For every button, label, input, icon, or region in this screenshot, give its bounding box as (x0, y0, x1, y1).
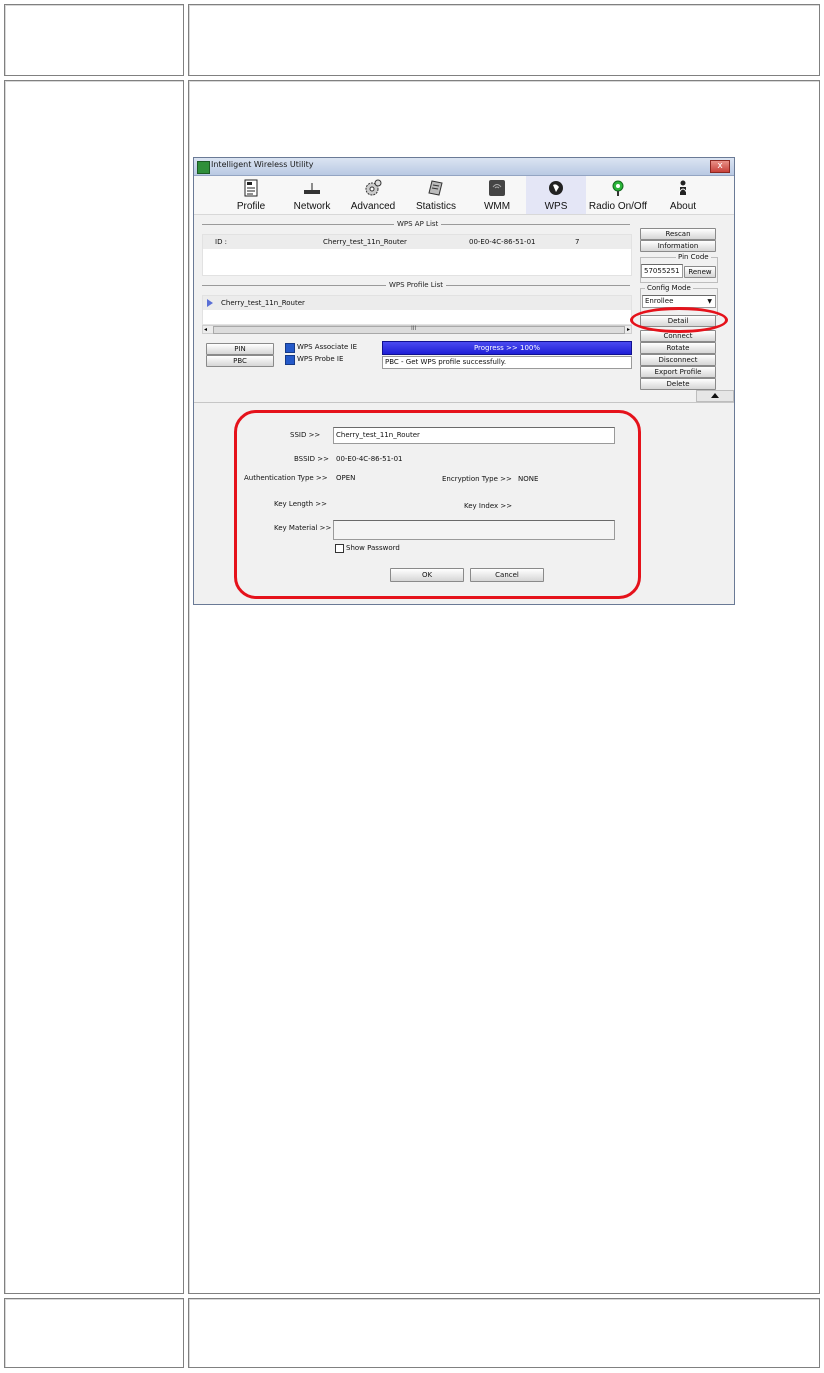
tab-radio-on-off[interactable]: Radio On/Off (586, 176, 650, 214)
list-item[interactable]: ID : Cherry_test_11n_Router 00-E0-4C-86-… (203, 235, 631, 249)
collapse-arrow-button[interactable] (696, 390, 734, 402)
detail-panel-highlight (234, 410, 641, 599)
pin-code-title: Pin Code (676, 253, 711, 261)
scrollbar-thumb[interactable] (213, 326, 625, 334)
rescan-button[interactable]: Rescan (640, 228, 716, 240)
ap-ssid: Cherry_test_11n_Router (323, 238, 407, 246)
radio-icon (612, 180, 624, 196)
wps-ap-list-title: WPS AP List (394, 220, 442, 228)
rotate-button[interactable]: Rotate (640, 342, 716, 354)
tab-label: Statistics (415, 201, 456, 212)
wps-probe-ie-checkbox[interactable] (285, 355, 295, 365)
window-title: Intelligent Wireless Utility (211, 160, 314, 169)
wps-profile-list[interactable]: Cherry_test_11n_Router (202, 295, 632, 325)
wps-associate-ie-checkbox[interactable] (285, 343, 295, 353)
tab-wmm[interactable]: WMM (472, 176, 522, 214)
tab-profile[interactable]: Profile (226, 176, 276, 214)
ap-id-label: ID : (215, 238, 228, 246)
tab-about[interactable]: About (658, 176, 708, 214)
app-icon (197, 161, 210, 174)
ap-channel: 7 (575, 238, 580, 246)
advanced-icon (365, 179, 382, 196)
config-mode-title: Config Mode (645, 284, 693, 292)
wps-profile-list-title: WPS Profile List (386, 281, 447, 289)
triangle-right-icon (207, 299, 213, 307)
config-mode-value: Enrollee (645, 297, 674, 305)
detail-divider (194, 402, 734, 403)
scroll-right-arrow[interactable]: ▸ (627, 326, 630, 333)
wps-associate-ie-label: WPS Associate IE (297, 343, 358, 351)
table-cell-bottom-right (188, 1298, 820, 1368)
pbc-button[interactable]: PBC (206, 355, 274, 367)
list-item[interactable]: Cherry_test_11n_Router (203, 296, 631, 310)
renew-button[interactable]: Renew (684, 266, 716, 278)
close-button[interactable]: x (710, 160, 730, 173)
toolbar: Profile Network Advanced Statistics WMM … (194, 176, 734, 215)
progress-bar: Progress >> 100% (382, 341, 632, 355)
about-icon (678, 180, 688, 195)
export-profile-button[interactable]: Export Profile (640, 366, 716, 378)
tab-wps[interactable]: WPS (526, 176, 586, 214)
disconnect-button[interactable]: Disconnect (640, 354, 716, 366)
tab-advanced[interactable]: Advanced (346, 176, 400, 214)
tab-label: Advanced (350, 201, 396, 212)
tab-label: WPS (544, 201, 568, 212)
tab-network[interactable]: Network (286, 176, 338, 214)
tab-statistics[interactable]: Statistics (408, 176, 464, 214)
tab-label: Network (293, 201, 331, 212)
table-cell-top-right (188, 4, 820, 76)
information-button[interactable]: Information (640, 240, 716, 252)
table-cell-top-left (4, 4, 184, 76)
network-icon (304, 183, 320, 194)
wps-status-text: PBC - Get WPS profile successfully. (385, 358, 507, 366)
wps-probe-ie-label: WPS Probe IE (297, 355, 344, 363)
profile-icon (244, 179, 258, 197)
utility-window: Intelligent Wireless Utility x Profile N… (193, 157, 735, 605)
progress-label: Progress >> 100% (473, 344, 541, 352)
tab-label: WMM (483, 201, 511, 212)
scroll-grip: III (411, 325, 417, 332)
wps-icon (549, 181, 563, 195)
table-cell-bottom-left (4, 1298, 184, 1368)
pin-code-field[interactable]: 57055251 (641, 264, 683, 278)
title-bar: Intelligent Wireless Utility x (194, 158, 734, 176)
tab-label: About (669, 201, 697, 212)
wmm-icon (489, 180, 505, 196)
tab-label: Profile (236, 201, 266, 212)
chevron-up-icon (711, 393, 719, 398)
ap-bssid: 00-E0-4C-86-51-01 (469, 238, 536, 246)
table-cell-middle-left (4, 80, 184, 1294)
statistics-icon (428, 180, 443, 196)
delete-button[interactable]: Delete (640, 378, 716, 390)
pin-button[interactable]: PIN (206, 343, 274, 355)
chevron-down-icon: ▼ (707, 298, 712, 305)
profile-name: Cherry_test_11n_Router (221, 299, 305, 307)
wps-status-box: PBC - Get WPS profile successfully. (382, 356, 632, 369)
wps-ap-list[interactable]: ID : Cherry_test_11n_Router 00-E0-4C-86-… (202, 234, 632, 276)
scroll-left-arrow[interactable]: ◂ (204, 326, 207, 333)
horizontal-scrollbar[interactable]: ◂ III ▸ (202, 325, 632, 334)
tab-label: Radio On/Off (588, 201, 648, 212)
detail-highlight-ellipse (630, 307, 728, 333)
